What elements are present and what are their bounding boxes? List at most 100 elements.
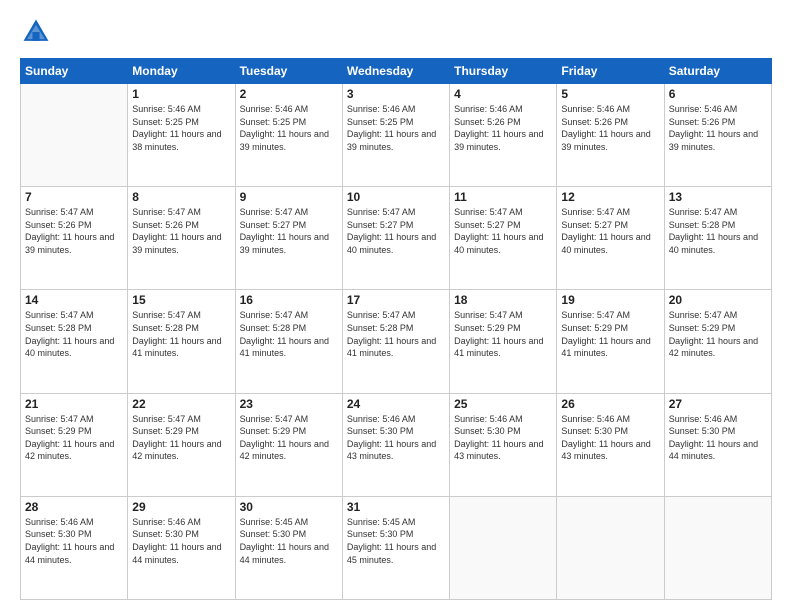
calendar-cell-2-1: 15 Sunrise: 5:47 AMSunset: 5:28 PMDaylig… xyxy=(128,290,235,393)
calendar-cell-0-1: 1 Sunrise: 5:46 AMSunset: 5:25 PMDayligh… xyxy=(128,84,235,187)
calendar-cell-1-0: 7 Sunrise: 5:47 AMSunset: 5:26 PMDayligh… xyxy=(21,187,128,290)
day-info: Sunrise: 5:47 AMSunset: 5:29 PMDaylight:… xyxy=(669,310,758,358)
day-info: Sunrise: 5:46 AMSunset: 5:25 PMDaylight:… xyxy=(132,104,221,152)
calendar-week-row-0: 1 Sunrise: 5:46 AMSunset: 5:25 PMDayligh… xyxy=(21,84,772,187)
calendar-cell-2-5: 19 Sunrise: 5:47 AMSunset: 5:29 PMDaylig… xyxy=(557,290,664,393)
logo-icon xyxy=(20,16,52,48)
page: SundayMondayTuesdayWednesdayThursdayFrid… xyxy=(0,0,792,612)
calendar-cell-1-4: 11 Sunrise: 5:47 AMSunset: 5:27 PMDaylig… xyxy=(450,187,557,290)
day-info: Sunrise: 5:46 AMSunset: 5:30 PMDaylight:… xyxy=(561,414,650,462)
calendar-cell-1-3: 10 Sunrise: 5:47 AMSunset: 5:27 PMDaylig… xyxy=(342,187,449,290)
calendar-week-row-4: 28 Sunrise: 5:46 AMSunset: 5:30 PMDaylig… xyxy=(21,496,772,599)
day-info: Sunrise: 5:47 AMSunset: 5:29 PMDaylight:… xyxy=(132,414,221,462)
calendar-cell-1-2: 9 Sunrise: 5:47 AMSunset: 5:27 PMDayligh… xyxy=(235,187,342,290)
day-number: 19 xyxy=(561,293,659,307)
weekday-header-sunday: Sunday xyxy=(21,59,128,84)
day-number: 18 xyxy=(454,293,552,307)
calendar-cell-3-1: 22 Sunrise: 5:47 AMSunset: 5:29 PMDaylig… xyxy=(128,393,235,496)
day-info: Sunrise: 5:47 AMSunset: 5:28 PMDaylight:… xyxy=(240,310,329,358)
weekday-header-row: SundayMondayTuesdayWednesdayThursdayFrid… xyxy=(21,59,772,84)
calendar-cell-3-3: 24 Sunrise: 5:46 AMSunset: 5:30 PMDaylig… xyxy=(342,393,449,496)
day-number: 13 xyxy=(669,190,767,204)
day-info: Sunrise: 5:47 AMSunset: 5:27 PMDaylight:… xyxy=(561,207,650,255)
calendar-cell-0-2: 2 Sunrise: 5:46 AMSunset: 5:25 PMDayligh… xyxy=(235,84,342,187)
calendar-cell-4-5 xyxy=(557,496,664,599)
day-info: Sunrise: 5:47 AMSunset: 5:29 PMDaylight:… xyxy=(25,414,114,462)
day-number: 28 xyxy=(25,500,123,514)
calendar-table: SundayMondayTuesdayWednesdayThursdayFrid… xyxy=(20,58,772,600)
day-info: Sunrise: 5:47 AMSunset: 5:26 PMDaylight:… xyxy=(132,207,221,255)
day-number: 5 xyxy=(561,87,659,101)
day-info: Sunrise: 5:47 AMSunset: 5:28 PMDaylight:… xyxy=(132,310,221,358)
day-number: 24 xyxy=(347,397,445,411)
day-number: 10 xyxy=(347,190,445,204)
weekday-header-monday: Monday xyxy=(128,59,235,84)
weekday-header-thursday: Thursday xyxy=(450,59,557,84)
calendar-cell-1-5: 12 Sunrise: 5:47 AMSunset: 5:27 PMDaylig… xyxy=(557,187,664,290)
calendar-week-row-2: 14 Sunrise: 5:47 AMSunset: 5:28 PMDaylig… xyxy=(21,290,772,393)
calendar-cell-3-6: 27 Sunrise: 5:46 AMSunset: 5:30 PMDaylig… xyxy=(664,393,771,496)
day-info: Sunrise: 5:47 AMSunset: 5:29 PMDaylight:… xyxy=(454,310,543,358)
day-number: 20 xyxy=(669,293,767,307)
calendar-cell-3-4: 25 Sunrise: 5:46 AMSunset: 5:30 PMDaylig… xyxy=(450,393,557,496)
day-info: Sunrise: 5:46 AMSunset: 5:30 PMDaylight:… xyxy=(25,517,114,565)
day-info: Sunrise: 5:46 AMSunset: 5:30 PMDaylight:… xyxy=(669,414,758,462)
calendar-cell-1-6: 13 Sunrise: 5:47 AMSunset: 5:28 PMDaylig… xyxy=(664,187,771,290)
weekday-header-tuesday: Tuesday xyxy=(235,59,342,84)
day-info: Sunrise: 5:47 AMSunset: 5:27 PMDaylight:… xyxy=(347,207,436,255)
day-info: Sunrise: 5:46 AMSunset: 5:26 PMDaylight:… xyxy=(669,104,758,152)
day-number: 30 xyxy=(240,500,338,514)
day-info: Sunrise: 5:47 AMSunset: 5:27 PMDaylight:… xyxy=(454,207,543,255)
day-number: 29 xyxy=(132,500,230,514)
day-number: 8 xyxy=(132,190,230,204)
weekday-header-friday: Friday xyxy=(557,59,664,84)
day-number: 27 xyxy=(669,397,767,411)
logo xyxy=(20,16,54,48)
day-info: Sunrise: 5:46 AMSunset: 5:26 PMDaylight:… xyxy=(561,104,650,152)
calendar-cell-4-1: 29 Sunrise: 5:46 AMSunset: 5:30 PMDaylig… xyxy=(128,496,235,599)
day-info: Sunrise: 5:45 AMSunset: 5:30 PMDaylight:… xyxy=(347,517,436,565)
day-number: 14 xyxy=(25,293,123,307)
day-number: 21 xyxy=(25,397,123,411)
calendar-cell-0-6: 6 Sunrise: 5:46 AMSunset: 5:26 PMDayligh… xyxy=(664,84,771,187)
calendar-week-row-3: 21 Sunrise: 5:47 AMSunset: 5:29 PMDaylig… xyxy=(21,393,772,496)
calendar-cell-2-2: 16 Sunrise: 5:47 AMSunset: 5:28 PMDaylig… xyxy=(235,290,342,393)
day-info: Sunrise: 5:46 AMSunset: 5:25 PMDaylight:… xyxy=(240,104,329,152)
calendar-cell-4-6 xyxy=(664,496,771,599)
day-number: 26 xyxy=(561,397,659,411)
calendar-cell-1-1: 8 Sunrise: 5:47 AMSunset: 5:26 PMDayligh… xyxy=(128,187,235,290)
day-info: Sunrise: 5:46 AMSunset: 5:25 PMDaylight:… xyxy=(347,104,436,152)
day-number: 7 xyxy=(25,190,123,204)
day-info: Sunrise: 5:46 AMSunset: 5:30 PMDaylight:… xyxy=(132,517,221,565)
day-number: 3 xyxy=(347,87,445,101)
day-info: Sunrise: 5:47 AMSunset: 5:28 PMDaylight:… xyxy=(669,207,758,255)
day-number: 4 xyxy=(454,87,552,101)
header xyxy=(20,16,772,48)
calendar-cell-2-6: 20 Sunrise: 5:47 AMSunset: 5:29 PMDaylig… xyxy=(664,290,771,393)
day-number: 22 xyxy=(132,397,230,411)
calendar-cell-0-4: 4 Sunrise: 5:46 AMSunset: 5:26 PMDayligh… xyxy=(450,84,557,187)
day-info: Sunrise: 5:45 AMSunset: 5:30 PMDaylight:… xyxy=(240,517,329,565)
calendar-cell-0-0 xyxy=(21,84,128,187)
day-number: 17 xyxy=(347,293,445,307)
day-number: 25 xyxy=(454,397,552,411)
calendar-cell-4-0: 28 Sunrise: 5:46 AMSunset: 5:30 PMDaylig… xyxy=(21,496,128,599)
calendar-cell-4-2: 30 Sunrise: 5:45 AMSunset: 5:30 PMDaylig… xyxy=(235,496,342,599)
weekday-header-saturday: Saturday xyxy=(664,59,771,84)
calendar-cell-3-2: 23 Sunrise: 5:47 AMSunset: 5:29 PMDaylig… xyxy=(235,393,342,496)
day-info: Sunrise: 5:47 AMSunset: 5:29 PMDaylight:… xyxy=(561,310,650,358)
day-info: Sunrise: 5:47 AMSunset: 5:28 PMDaylight:… xyxy=(347,310,436,358)
calendar-cell-0-5: 5 Sunrise: 5:46 AMSunset: 5:26 PMDayligh… xyxy=(557,84,664,187)
calendar-cell-4-4 xyxy=(450,496,557,599)
day-number: 12 xyxy=(561,190,659,204)
calendar-cell-2-0: 14 Sunrise: 5:47 AMSunset: 5:28 PMDaylig… xyxy=(21,290,128,393)
calendar-cell-2-4: 18 Sunrise: 5:47 AMSunset: 5:29 PMDaylig… xyxy=(450,290,557,393)
calendar-cell-3-0: 21 Sunrise: 5:47 AMSunset: 5:29 PMDaylig… xyxy=(21,393,128,496)
calendar-week-row-1: 7 Sunrise: 5:47 AMSunset: 5:26 PMDayligh… xyxy=(21,187,772,290)
day-info: Sunrise: 5:47 AMSunset: 5:29 PMDaylight:… xyxy=(240,414,329,462)
day-info: Sunrise: 5:47 AMSunset: 5:28 PMDaylight:… xyxy=(25,310,114,358)
day-number: 11 xyxy=(454,190,552,204)
weekday-header-wednesday: Wednesday xyxy=(342,59,449,84)
day-number: 31 xyxy=(347,500,445,514)
day-number: 6 xyxy=(669,87,767,101)
